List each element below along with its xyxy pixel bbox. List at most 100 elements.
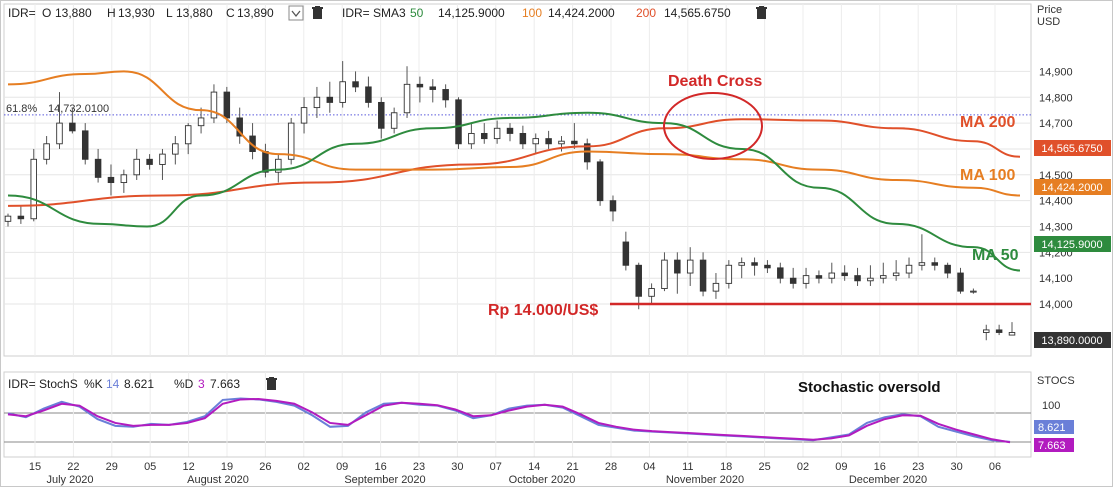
- candle-body: [69, 122, 76, 132]
- candle-body: [957, 272, 964, 292]
- time-tick-label: 12: [182, 461, 194, 473]
- trash-icon[interactable]: [312, 6, 323, 19]
- price-tag-label: 14,424.2000: [1041, 182, 1102, 194]
- time-tick-label: 09: [336, 461, 348, 473]
- candle-body: [300, 107, 308, 124]
- candle-body: [481, 132, 488, 140]
- candle-body: [442, 89, 449, 101]
- header-low: 13,880: [176, 6, 213, 20]
- candle-body: [416, 83, 424, 88]
- candle-body: [532, 138, 539, 145]
- candle-body: [172, 143, 179, 155]
- price-tag-label: 14,565.6750: [1041, 143, 1102, 155]
- time-tick-label: 04: [643, 461, 655, 473]
- candle-body: [81, 130, 89, 160]
- time-tick-label: 23: [912, 461, 924, 473]
- month-label: December 2020: [849, 474, 927, 486]
- time-tick-label: 16: [874, 461, 886, 473]
- candle-body: [159, 153, 166, 165]
- trash-icon[interactable]: [756, 6, 767, 19]
- candle-body: [365, 86, 372, 103]
- candle-body: [558, 140, 565, 145]
- time-tick-label: 02: [797, 461, 809, 473]
- ma100-annotation: MA 100: [960, 167, 1016, 184]
- candle-body: [648, 288, 655, 297]
- time-tick-label: 18: [720, 461, 732, 473]
- time-tick-label: 05: [144, 461, 156, 473]
- header-sma-label: IDR= SMA3: [342, 6, 406, 20]
- candle-body: [674, 259, 681, 274]
- price-tick-label: 14,700: [1039, 118, 1073, 130]
- header-high-label: H: [107, 6, 116, 20]
- candle-body: [854, 275, 861, 282]
- trash-icon[interactable]: [266, 377, 277, 390]
- candle-body: [184, 125, 192, 145]
- candle-body: [764, 264, 771, 269]
- candle-body: [94, 158, 102, 178]
- header-sma200-value: 14,565.6750: [664, 6, 731, 20]
- candle-body: [738, 262, 745, 266]
- header-sma100-period: 100: [522, 6, 542, 20]
- candle-body: [56, 122, 63, 145]
- time-tick-label: 16: [374, 461, 386, 473]
- candle-body: [944, 264, 951, 274]
- candle-body: [403, 83, 411, 114]
- candle-body: [699, 259, 707, 292]
- stoch-label: IDR= StochS: [8, 377, 78, 391]
- price-tick-label: 14,800: [1039, 92, 1073, 104]
- candle-body: [622, 241, 630, 266]
- candle-body: [995, 329, 1003, 333]
- candle-body: [777, 267, 784, 279]
- time-tick-label: 30: [451, 461, 463, 473]
- death-cross-annotation: Death Cross: [668, 73, 762, 90]
- fib-label: 61.8%: [6, 103, 37, 115]
- header-symbol: IDR=: [8, 6, 36, 20]
- header-open: 13,880: [55, 6, 92, 20]
- price-tick-label: 14,300: [1039, 222, 1073, 234]
- candle-body: [892, 272, 900, 277]
- candle-body: [378, 101, 385, 129]
- month-label: July 2020: [46, 474, 93, 486]
- candle-body: [455, 99, 462, 145]
- stoch-d-period: 3: [198, 377, 205, 391]
- candle-body: [262, 151, 269, 173]
- header-sma200-period: 200: [636, 6, 656, 20]
- time-tick-label: 15: [29, 461, 41, 473]
- candle-body: [970, 290, 977, 293]
- ma200-annotation: MA 200: [960, 114, 1016, 131]
- header-sma50-value: 14,125.9000: [438, 6, 505, 20]
- stoch-k-period: 14: [106, 377, 120, 391]
- candle-body: [596, 161, 604, 202]
- stoch-tag-label: 7.663: [1038, 440, 1066, 452]
- header-close: 13,890: [237, 6, 274, 20]
- candle-body: [905, 264, 913, 274]
- time-tick-label: 25: [758, 461, 770, 473]
- price-tick-label: 14,000: [1039, 299, 1073, 311]
- candle-body: [390, 112, 398, 129]
- header-dropdown-button[interactable]: [288, 5, 304, 21]
- candle-body: [867, 277, 874, 282]
- time-tick-label: 11: [682, 461, 693, 473]
- candle-body: [609, 200, 617, 212]
- price-tag-label: 13,890.0000: [1041, 335, 1102, 347]
- time-tick-label: 22: [67, 461, 79, 473]
- candle-body: [841, 272, 848, 277]
- support-annotation: Rp 14.000/US$: [488, 302, 598, 319]
- header-high: 13,930: [118, 6, 155, 20]
- stoch-header: IDR= StochS %K 14 8.621 %D 3 7.663: [8, 377, 277, 391]
- stoch-annotation: Stochastic oversold: [798, 379, 941, 396]
- time-tick-label: 06: [989, 461, 1001, 473]
- time-tick-label: 23: [413, 461, 425, 473]
- candle-body: [661, 259, 668, 289]
- header-sma100-value: 14,424.2000: [548, 6, 615, 20]
- time-tick-label: 09: [835, 461, 847, 473]
- time-tick-label: 14: [528, 461, 540, 473]
- candle-body: [30, 158, 37, 220]
- stoch-d-label: %D: [174, 377, 194, 391]
- month-label: October 2020: [509, 474, 576, 486]
- candle-body: [815, 275, 823, 279]
- ma50-annotation: MA 50: [972, 247, 1019, 264]
- candle-body: [918, 262, 926, 266]
- header-low-label: L: [166, 6, 173, 20]
- header-sma50-period: 50: [410, 6, 424, 20]
